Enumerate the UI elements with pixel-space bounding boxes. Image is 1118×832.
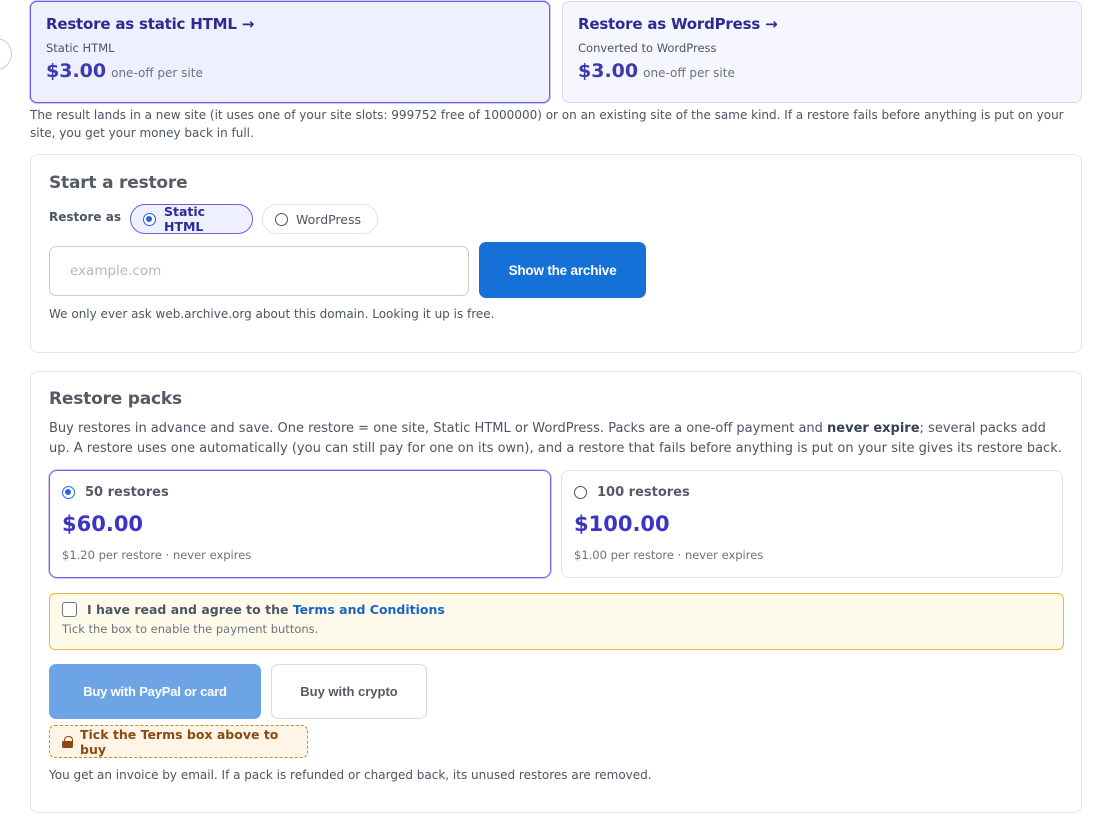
packs-description: Buy restores in advance and save. One re… [49, 419, 1069, 459]
plan-price: $3.00 [46, 60, 107, 82]
lookup-note: We only ever ask web.archive.org about t… [49, 307, 495, 321]
start-restore-panel: Start a restore Restore as Static HTML W… [30, 154, 1082, 353]
plan-subtitle: Converted to WordPress [578, 41, 717, 55]
restore-packs-panel: Restore packs Buy restores in advance an… [30, 371, 1082, 813]
plan-title: Restore as static HTML → [46, 15, 255, 33]
pack-label: 100 restores [597, 485, 690, 500]
restore-as-label: Restore as [49, 210, 121, 224]
radio-unselected-icon [275, 212, 288, 226]
panel-title: Restore packs [49, 389, 182, 409]
domain-input[interactable] [49, 246, 469, 296]
restore-option-wordpress[interactable]: WordPress [262, 204, 378, 234]
radio-selected-icon [62, 486, 75, 499]
plan-card-static-html[interactable]: Restore as static HTML → Static HTML $3.… [30, 1, 550, 103]
show-archive-button[interactable]: Show the archive [479, 242, 646, 298]
tick-terms-warning: Tick the Terms box above to buy [49, 725, 308, 758]
terms-checkbox[interactable] [62, 602, 77, 617]
terms-label: I have read and agree to the Terms and C… [87, 602, 445, 617]
result-note: The result lands in a new site (it uses … [30, 108, 1064, 140]
pack-per-restore: $1.00 per restore · never expires [574, 548, 764, 562]
terms-box: I have read and agree to the Terms and C… [49, 593, 1064, 650]
radio-unselected-icon [574, 486, 587, 499]
edge-circle-control[interactable] [0, 38, 12, 70]
pack-label: 50 restores [85, 485, 169, 500]
pack-card-50[interactable]: 50 restores $60.00 $1.20 per restore · n… [49, 470, 551, 578]
pack-card-100[interactable]: 100 restores $100.00 $1.00 per restore ·… [561, 470, 1063, 578]
terms-link[interactable]: Terms and Conditions [293, 602, 445, 617]
terms-hint: Tick the box to enable the payment butto… [62, 622, 319, 636]
plan-price: $3.00 [578, 60, 639, 82]
tick-warning-text: Tick the Terms box above to buy [80, 726, 279, 757]
buy-paypal-button[interactable]: Buy with PayPal or card [49, 664, 261, 719]
plan-price-note: one-off per site [111, 66, 203, 80]
lock-icon [62, 735, 73, 748]
plan-subtitle: Static HTML [46, 41, 115, 55]
pack-per-restore: $1.20 per restore · never expires [62, 548, 252, 562]
packs-description-emphasis: never expire [827, 421, 920, 436]
terms-prefix: I have read and agree to the [87, 602, 293, 617]
pack-price: $60.00 [62, 512, 144, 536]
plan-card-wordpress[interactable]: Restore as WordPress → Converted to Word… [562, 1, 1082, 103]
invoice-note: You get an invoice by email. If a pack i… [49, 768, 652, 782]
restore-option-label: WordPress [296, 211, 362, 227]
panel-title: Start a restore [49, 173, 188, 193]
radio-selected-icon [143, 212, 156, 226]
restore-option-static-html[interactable]: Static HTML [130, 204, 253, 234]
buy-crypto-button[interactable]: Buy with crypto [271, 664, 427, 719]
plan-price-note: one-off per site [643, 66, 735, 80]
plan-title: Restore as WordPress → [578, 15, 778, 33]
restore-option-label: Static HTML [164, 204, 206, 234]
pack-price: $100.00 [574, 512, 670, 536]
packs-description-text: Buy restores in advance and save. One re… [49, 421, 828, 436]
